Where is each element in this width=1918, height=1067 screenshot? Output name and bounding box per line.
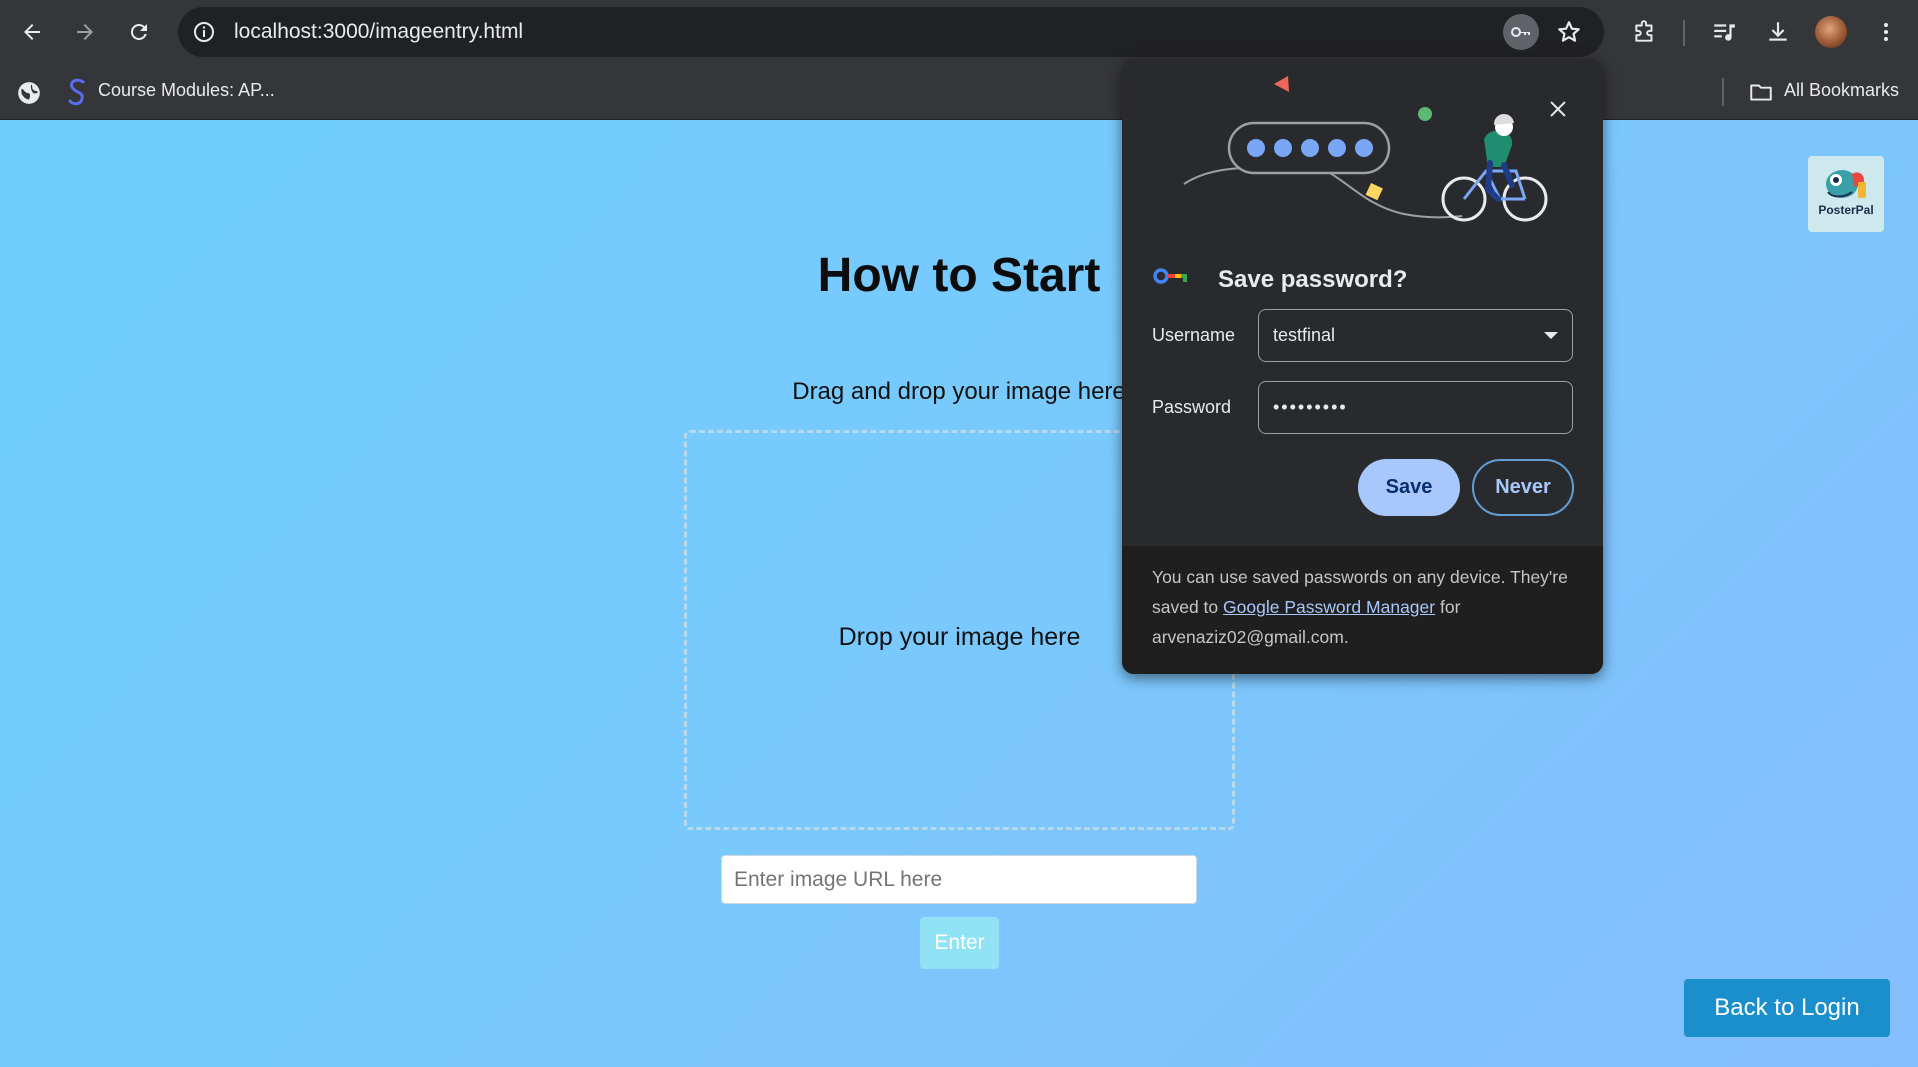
- password-value: •••••••••: [1273, 397, 1348, 417]
- password-key-icon[interactable]: [1503, 14, 1539, 50]
- forward-arrow-icon[interactable]: [67, 14, 103, 50]
- dialog-title: Save password?: [1218, 266, 1408, 293]
- menu-kebab-icon[interactable]: [1867, 13, 1905, 51]
- password-label: Password: [1152, 397, 1232, 417]
- password-field[interactable]: •••••••••: [1258, 381, 1573, 434]
- image-url-input[interactable]: [721, 855, 1197, 904]
- password-illustration-icon: [1183, 76, 1548, 222]
- media-queue-icon[interactable]: [1705, 13, 1743, 51]
- save-password-button[interactable]: Save: [1358, 459, 1460, 516]
- never-button[interactable]: Never: [1472, 459, 1574, 516]
- back-arrow-icon[interactable]: [14, 14, 50, 50]
- username-value: testfinal: [1273, 325, 1336, 345]
- password-manager-link[interactable]: Google Password Manager: [1223, 597, 1435, 617]
- footer-text: You can use saved passwords on any devic…: [1152, 562, 1582, 652]
- close-icon[interactable]: [1542, 93, 1574, 125]
- bookmark-course-modules[interactable]: Course Modules: AP...: [98, 80, 275, 101]
- toolbar-divider: [1683, 20, 1685, 46]
- course-favicon-icon[interactable]: [66, 78, 88, 106]
- browser-toolbar: localhost:3000/imageentry.html: [0, 0, 1918, 66]
- posterpal-logo: PosterPal: [1808, 156, 1884, 232]
- bookmarks-bar: Course Modules: AP... All Bookmarks: [0, 66, 1918, 120]
- address-bar[interactable]: localhost:3000/imageentry.html: [178, 7, 1604, 57]
- enter-button[interactable]: Enter: [920, 917, 999, 969]
- extensions-puzzle-icon[interactable]: [1626, 13, 1664, 51]
- back-to-login-button[interactable]: Back to Login: [1684, 979, 1890, 1037]
- page-content: How to Start Drag and drop your image he…: [0, 120, 1918, 1067]
- save-password-dialog: Save password? Username testfinal Passwo…: [1122, 59, 1603, 674]
- google-key-icon: [1153, 268, 1187, 284]
- globe-icon[interactable]: [16, 80, 42, 106]
- download-icon[interactable]: [1759, 13, 1797, 51]
- bookmark-star-icon[interactable]: [1552, 15, 1586, 49]
- dropdown-caret-icon: [1544, 332, 1558, 339]
- logo-mascot-icon: [1826, 170, 1866, 198]
- folder-icon[interactable]: [1748, 79, 1774, 105]
- site-info-icon[interactable]: [192, 20, 216, 44]
- dialog-footer: You can use saved passwords on any devic…: [1122, 546, 1603, 674]
- page-title: How to Start: [817, 249, 1101, 302]
- url-text[interactable]: localhost:3000/imageentry.html: [234, 20, 523, 44]
- profile-avatar[interactable]: [1815, 16, 1847, 48]
- logo-text: PosterPal: [1818, 203, 1874, 217]
- username-label: Username: [1152, 325, 1236, 345]
- all-bookmarks-link[interactable]: All Bookmarks: [1784, 80, 1899, 101]
- reload-icon[interactable]: [121, 14, 157, 50]
- username-dropdown[interactable]: testfinal: [1258, 309, 1573, 362]
- drag-instructions: Drag and drop your image here: [792, 378, 1126, 405]
- bookmarks-divider: [1722, 78, 1724, 106]
